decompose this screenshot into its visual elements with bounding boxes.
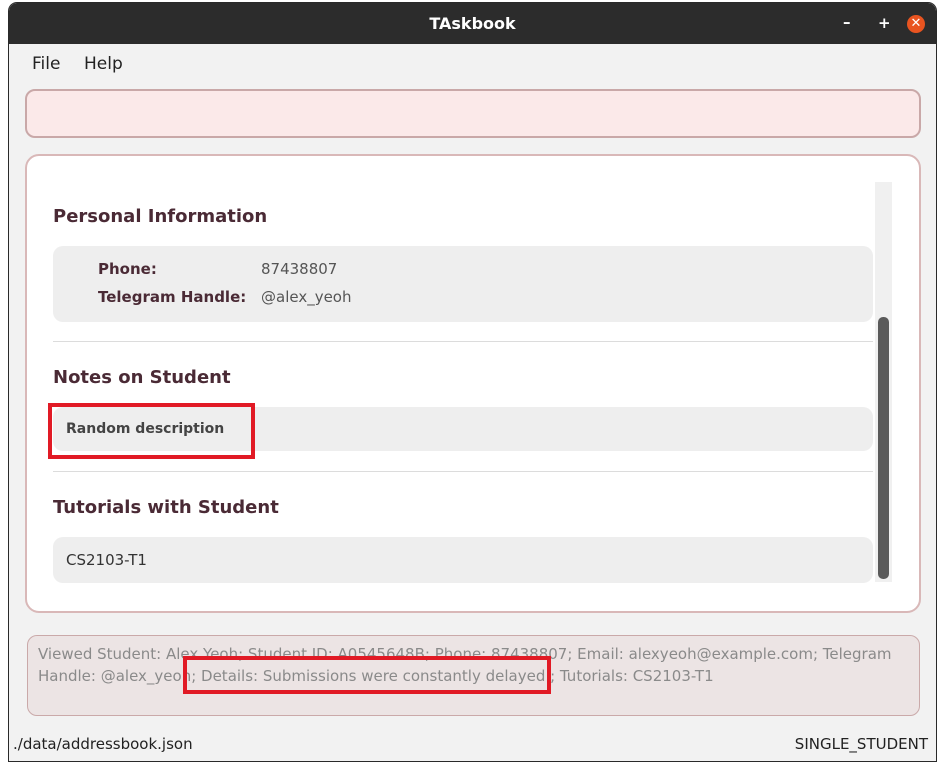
view-mode: SINGLE_STUDENT <box>794 735 928 753</box>
title-bar: TAskbook – + ✕ <box>9 3 936 44</box>
tutorial-card: CS2103-T1 <box>53 537 873 583</box>
menu-file[interactable]: File <box>32 54 60 74</box>
highlight-box-details <box>183 656 551 694</box>
tutorials-heading: Tutorials with Student <box>53 497 279 518</box>
phone-label: Phone: <box>98 260 157 278</box>
telegram-label: Telegram Handle: <box>98 288 247 306</box>
personal-info-heading: Personal Information <box>53 206 268 227</box>
menu-help[interactable]: Help <box>84 54 123 74</box>
phone-value: 87438807 <box>261 260 338 278</box>
close-button[interactable]: ✕ <box>907 15 925 33</box>
personal-info-card: Phone: 87438807 Telegram Handle: @alex_y… <box>53 246 873 322</box>
app-window: TAskbook – + ✕ File Help Personal Inform… <box>9 3 936 761</box>
telegram-value: @alex_yeoh <box>261 288 352 306</box>
command-input[interactable] <box>25 89 921 138</box>
save-location: ./data/addressbook.json <box>13 735 193 753</box>
maximize-button[interactable]: + <box>878 16 891 31</box>
section-divider <box>53 341 873 342</box>
window-title: TAskbook <box>429 14 516 33</box>
minimize-button[interactable]: – <box>843 15 851 30</box>
tutorial-item: CS2103-T1 <box>66 551 147 569</box>
status-bar: ./data/addressbook.json SINGLE_STUDENT <box>9 728 936 761</box>
notes-heading: Notes on Student <box>53 367 231 388</box>
scrollbar-thumb[interactable] <box>878 317 889 579</box>
scrollbar[interactable] <box>875 182 892 582</box>
student-detail-panel: Personal Information Phone: 87438807 Tel… <box>25 154 921 613</box>
menu-bar: File Help <box>9 44 936 82</box>
section-divider <box>53 471 873 472</box>
highlight-box-notes <box>48 403 255 459</box>
